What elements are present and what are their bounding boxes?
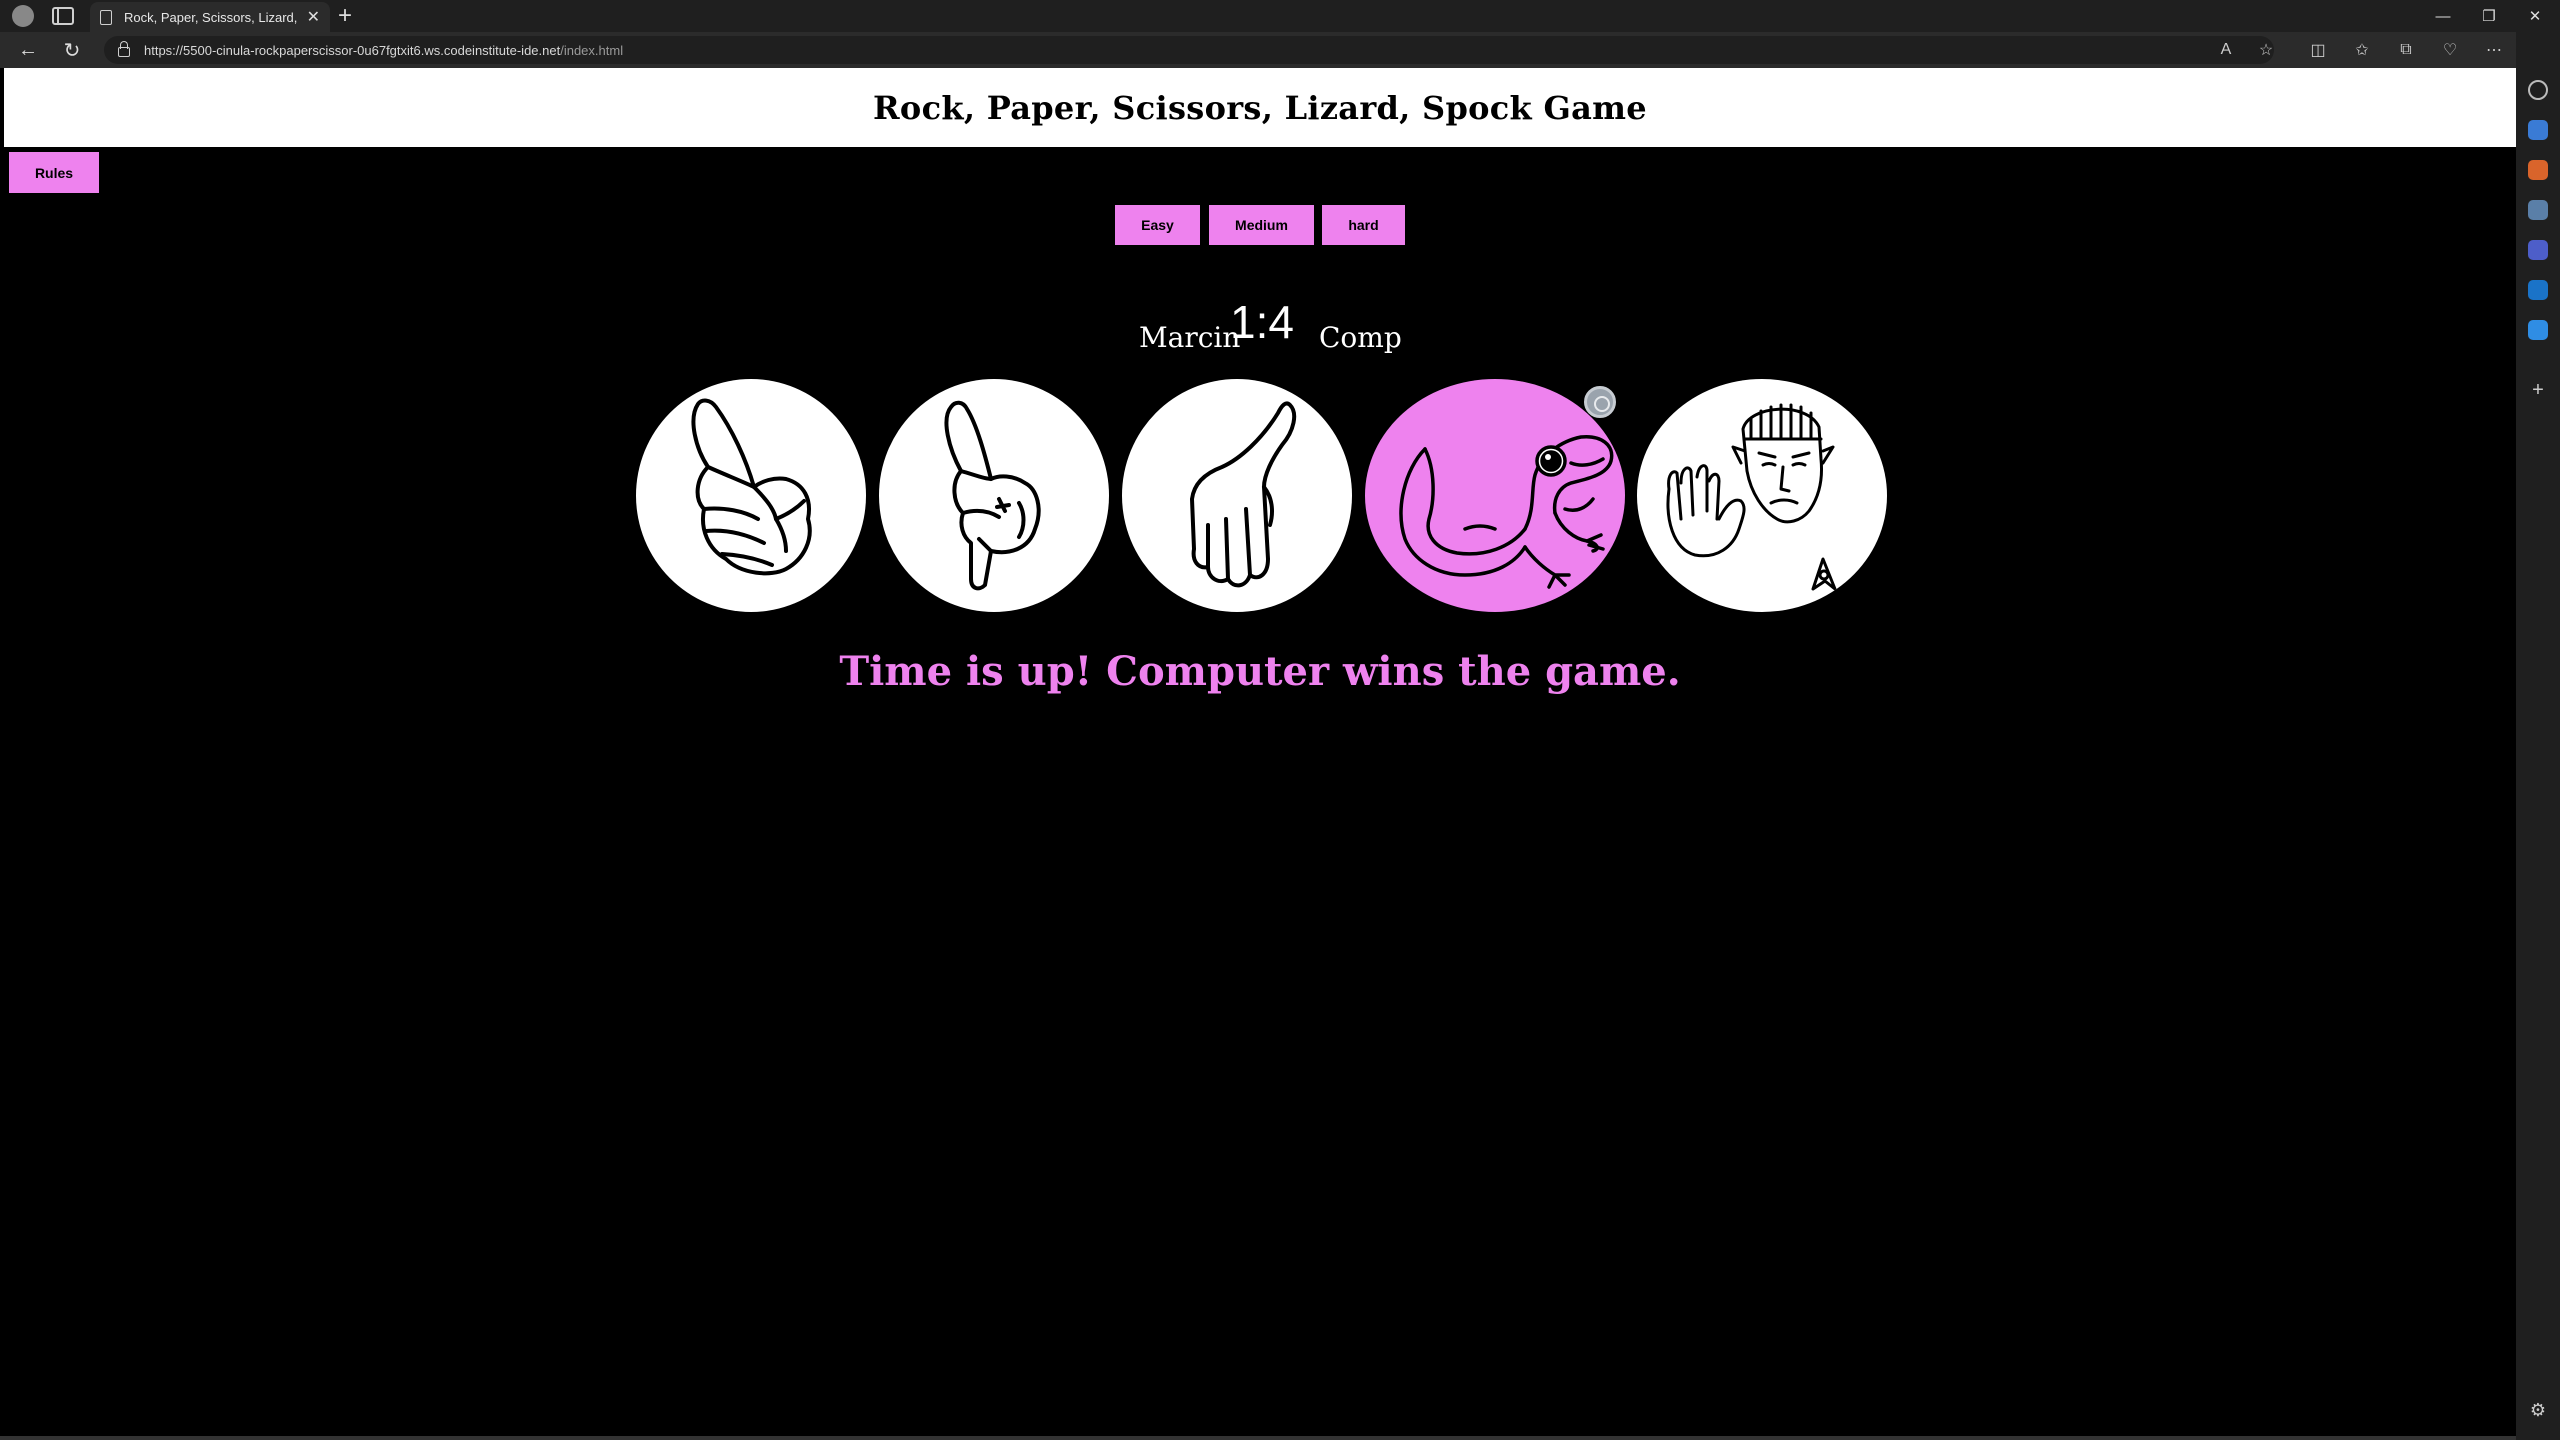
sidebar-games-icon[interactable] — [2528, 200, 2548, 220]
scoreboard: Marcin 1:4 Comp — [1054, 285, 1474, 355]
document-icon — [100, 9, 112, 25]
flat-hand-icon — [1190, 401, 1297, 588]
difficulty-hard-button[interactable]: hard — [1322, 205, 1405, 245]
difficulty-medium-button[interactable]: Medium — [1209, 205, 1314, 245]
rules-button[interactable]: Rules — [9, 152, 99, 193]
sidebar-settings-icon[interactable]: ⚙ — [2528, 1400, 2548, 1420]
collections-icon[interactable]: ⧉ — [2392, 36, 2420, 64]
choice-rock-button[interactable] — [636, 379, 866, 612]
choice-lizard-button[interactable] — [1365, 379, 1625, 612]
window-close-icon[interactable]: ✕ — [2512, 0, 2558, 32]
sidebar-tools-icon[interactable] — [2528, 160, 2548, 180]
sidebar-search-icon[interactable] — [2528, 80, 2548, 100]
sidebar-outlook-icon[interactable] — [2528, 280, 2548, 300]
selection-indicator-icon — [1584, 386, 1616, 418]
choice-spock-button[interactable] — [1637, 379, 1887, 612]
lizard-icon — [1399, 435, 1614, 589]
new-tab-icon[interactable]: + — [338, 3, 352, 29]
sidebar-add-icon[interactable]: + — [2528, 380, 2548, 400]
browser-tab-active[interactable]: Rock, Paper, Scissors, Lizard, Spo ✕ — [90, 2, 330, 32]
browser-essentials-icon[interactable]: ♡ — [2436, 36, 2464, 64]
profile-avatar-icon[interactable] — [12, 5, 34, 27]
sidebar-copilot-icon[interactable] — [2528, 240, 2548, 260]
choice-paper-button[interactable] — [879, 379, 1109, 612]
more-menu-icon[interactable]: ⋯ — [2480, 36, 2508, 64]
page-title: Rock, Paper, Scissors, Lizard, Spock Gam… — [873, 88, 1647, 127]
result-message: Time is up! Computer wins the game. — [839, 648, 1681, 695]
back-icon[interactable]: ← — [10, 32, 46, 68]
difficulty-easy-button[interactable]: Easy — [1115, 205, 1200, 245]
browser-tabbar — [0, 0, 2560, 32]
read-aloud-icon[interactable]: A — [2212, 36, 2240, 64]
edge-sidebar: + ⚙ — [2516, 32, 2560, 1440]
page-header: Rock, Paper, Scissors, Lizard, Spock Gam… — [4, 68, 2516, 147]
favorite-star-icon[interactable]: ☆ — [2252, 36, 2280, 64]
url-path: /index.html — [560, 42, 624, 58]
minimize-icon[interactable]: — — [2420, 0, 2466, 32]
restore-icon[interactable]: ❐ — [2466, 0, 2512, 32]
sidebar-telegram-icon[interactable] — [2528, 320, 2548, 340]
fist-hand-icon — [691, 398, 812, 576]
lock-icon[interactable] — [118, 41, 130, 57]
url-host: https://5500-cinula-rockpaperscissor-0u6… — [144, 42, 561, 58]
tab-actions-icon[interactable] — [52, 7, 74, 25]
page-content: Rock, Paper, Scissors, Lizard, Spock Gam… — [4, 68, 2516, 1436]
address-bar[interactable]: https://5500-cinula-rockpaperscissor-0u6… — [104, 36, 2274, 64]
reload-icon[interactable]: ↻ — [54, 32, 90, 68]
choice-scissors-button[interactable] — [1122, 379, 1352, 612]
spock-salute-icon — [1666, 403, 1837, 591]
computer-name: Comp — [1319, 321, 1402, 354]
favorites-icon[interactable]: ✩ — [2348, 36, 2376, 64]
pointing-hand-icon — [944, 400, 1041, 591]
tab-title: Rock, Paper, Scissors, Lizard, Spo — [124, 9, 299, 25]
horizontal-scrollbar[interactable] — [0, 1436, 2516, 1440]
sidebar-shopping-icon[interactable] — [2528, 120, 2548, 140]
close-tab-icon[interactable]: ✕ — [307, 7, 320, 27]
split-screen-icon[interactable]: ◫ — [2304, 36, 2332, 64]
player-name: Marcin — [1139, 321, 1241, 354]
score: 1:4 — [1230, 296, 1294, 348]
